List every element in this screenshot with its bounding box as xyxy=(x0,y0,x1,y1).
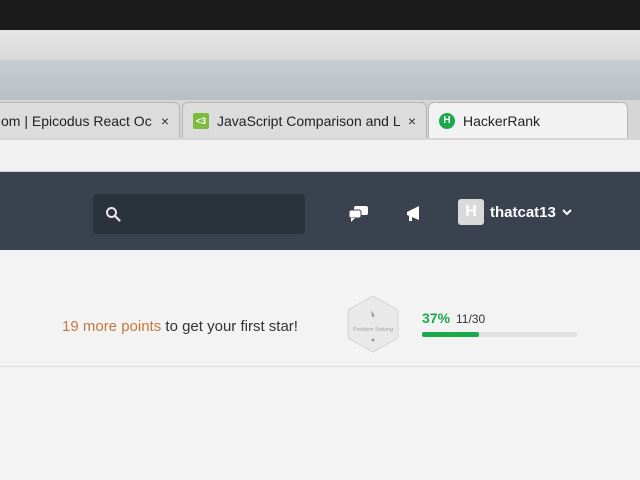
progress-bar xyxy=(422,332,577,337)
star-message-text: to get your first star! xyxy=(161,318,298,335)
tab-javascript-comparison[interactable]: <3 JavaScript Comparison and Lo × xyxy=(182,102,427,138)
close-icon[interactable]: × xyxy=(408,113,416,129)
dashboard-content: 19 more points to get your first star! P… xyxy=(0,250,640,480)
search-input[interactable] xyxy=(129,206,299,222)
js-favicon-icon: <3 xyxy=(193,112,209,129)
address-area xyxy=(0,140,640,172)
tab-title: HackerRank xyxy=(463,112,541,129)
user-menu[interactable]: H thatcat13 xyxy=(458,198,572,226)
messages-icon[interactable] xyxy=(348,204,370,224)
browser-chrome-strip xyxy=(0,60,640,100)
divider xyxy=(0,366,640,367)
tab-bar: om | Epicodus React Oc × <3 JavaScript C… xyxy=(0,100,640,140)
badge-label: Problem Solving xyxy=(353,327,393,333)
progress-bar-fill xyxy=(422,332,480,337)
search-box[interactable] xyxy=(93,194,305,234)
tab-title: om | Epicodus React Oc xyxy=(1,112,152,129)
tab-title: JavaScript Comparison and Lo xyxy=(217,112,400,129)
browser-window: om | Epicodus React Oc × <3 JavaScript C… xyxy=(0,30,640,480)
avatar: H xyxy=(458,199,484,225)
tab-hackerrank[interactable]: H HackerRank xyxy=(428,102,628,138)
hackerrank-navbar: H thatcat13 xyxy=(0,172,640,250)
close-icon[interactable]: × xyxy=(161,113,169,129)
browser-chrome-top xyxy=(0,30,640,60)
announcements-icon[interactable] xyxy=(404,204,426,224)
star-progress-message: 19 more points to get your first star! xyxy=(62,318,298,335)
progress-percent: 37% xyxy=(422,310,451,326)
points-needed-text: 19 more points xyxy=(62,318,162,335)
tab-epicodus[interactable]: om | Epicodus React Oc × xyxy=(0,102,180,138)
search-icon xyxy=(106,207,121,222)
hackerrank-favicon-icon: H xyxy=(439,112,455,129)
problem-solving-badge[interactable]: Problem Solving xyxy=(345,294,401,354)
progress-count: 11/30 xyxy=(456,312,486,326)
chevron-down-icon xyxy=(562,209,572,216)
hexagon-badge-icon: Problem Solving xyxy=(347,295,399,353)
username: thatcat13 xyxy=(490,203,556,221)
